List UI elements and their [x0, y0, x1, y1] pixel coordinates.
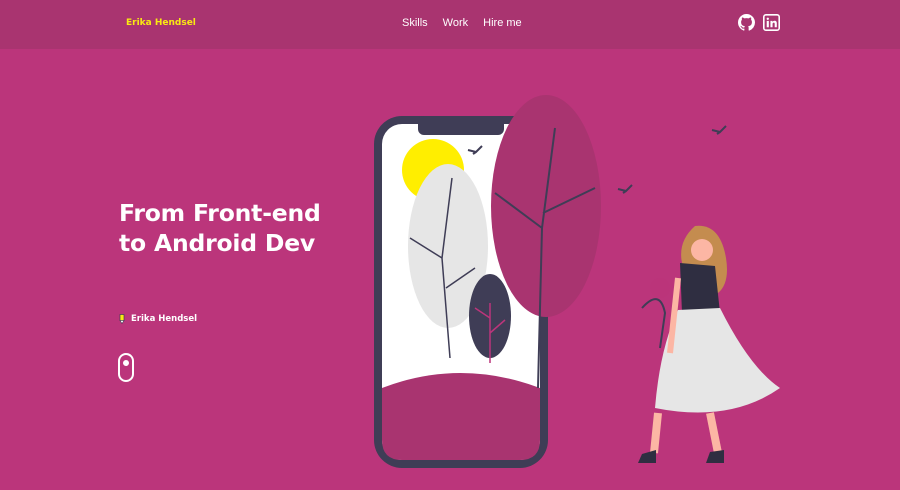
tree-big — [491, 95, 601, 317]
phone-nature-illustration — [374, 95, 780, 468]
author-credit: Erika Hendsel — [119, 314, 197, 324]
scroll-dot — [123, 360, 129, 366]
linkedin-link[interactable] — [763, 14, 780, 31]
github-icon — [738, 14, 755, 31]
bird-icon — [711, 125, 727, 135]
nav-link-skills[interactable]: Skills — [402, 17, 428, 29]
nav-link-work[interactable]: Work — [443, 17, 468, 29]
mouse-scroll-icon[interactable] — [118, 353, 134, 382]
nav-link-hire-me[interactable]: Hire me — [483, 17, 522, 29]
bird-icon — [617, 184, 633, 194]
github-link[interactable] — [738, 14, 755, 31]
phone-notch — [418, 116, 504, 135]
woman-figure — [638, 225, 780, 463]
navbar: Erika Hendsel Skills Work Hire me — [0, 0, 900, 49]
main-nav: Skills Work Hire me — [402, 17, 537, 29]
ground — [382, 373, 540, 460]
pencil-icon — [119, 314, 125, 324]
linkedin-icon — [763, 14, 780, 31]
social-links — [738, 14, 780, 31]
hero-title: From Front-end to Android Dev — [119, 199, 321, 257]
author-name: Erika Hendsel — [131, 314, 198, 324]
brand-link[interactable]: Erika Hendsel — [126, 18, 196, 28]
